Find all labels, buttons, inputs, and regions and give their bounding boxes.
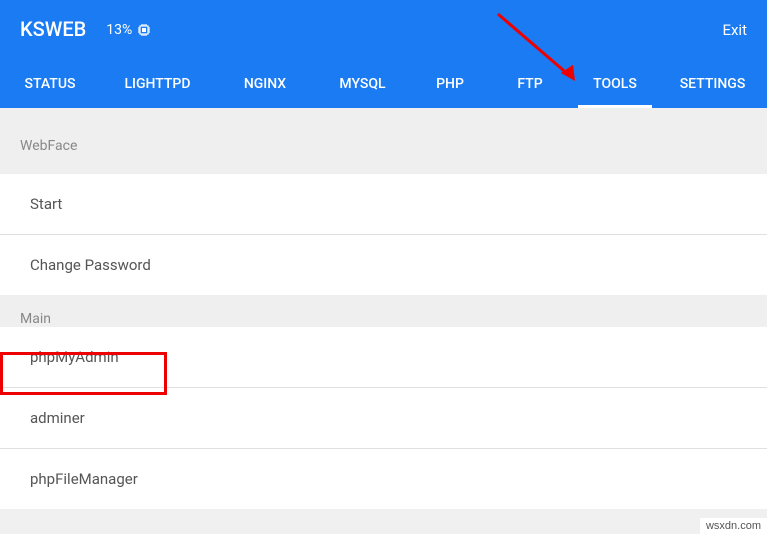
- tab-status[interactable]: STATUS: [0, 60, 100, 108]
- tab-mysql[interactable]: MYSQL: [315, 60, 410, 108]
- list-item-label: phpMyAdmin: [30, 348, 119, 366]
- section-label-webface: WebFace: [0, 138, 767, 154]
- tab-php[interactable]: PHP: [410, 60, 490, 108]
- battery-percent: 13%: [106, 22, 132, 38]
- tab-bar: STATUS LIGHTTPD NGINX MYSQL PHP FTP TOOL…: [0, 60, 767, 108]
- list-item-label: Change Password: [30, 256, 151, 274]
- list-item-phpfilemanager[interactable]: phpFileManager: [0, 449, 767, 509]
- watermark: wsxdn.com: [700, 518, 767, 534]
- app-title: KSWEB: [20, 17, 86, 41]
- app-header: KSWEB 13%: [0, 0, 767, 108]
- list-main: phpMyAdmin adminer phpFileManager: [0, 327, 767, 509]
- list-item-label: Start: [30, 195, 62, 213]
- section-label-main: Main: [0, 311, 767, 327]
- tab-ftp[interactable]: FTP: [490, 60, 570, 108]
- tab-nginx[interactable]: NGINX: [215, 60, 315, 108]
- list-webface: Start Change Password: [0, 174, 767, 295]
- list-item-start[interactable]: Start: [0, 174, 767, 234]
- exit-button[interactable]: Exit: [722, 21, 747, 39]
- list-item-phpmyadmin[interactable]: phpMyAdmin: [0, 327, 767, 387]
- list-item-label: adminer: [30, 409, 85, 427]
- tab-lighttpd[interactable]: LIGHTTPD: [100, 60, 215, 108]
- tab-settings[interactable]: SETTINGS: [660, 60, 765, 108]
- status-indicator: 13%: [106, 22, 152, 38]
- tab-tools[interactable]: TOOLS: [570, 60, 660, 108]
- list-item-adminer[interactable]: adminer: [0, 388, 767, 448]
- list-item-label: phpFileManager: [30, 470, 138, 488]
- chip-icon: [136, 22, 152, 38]
- top-bar: KSWEB 13%: [0, 0, 767, 60]
- content-area: WebFace Start Change Password Main phpMy…: [0, 108, 767, 509]
- list-item-change-password[interactable]: Change Password: [0, 235, 767, 295]
